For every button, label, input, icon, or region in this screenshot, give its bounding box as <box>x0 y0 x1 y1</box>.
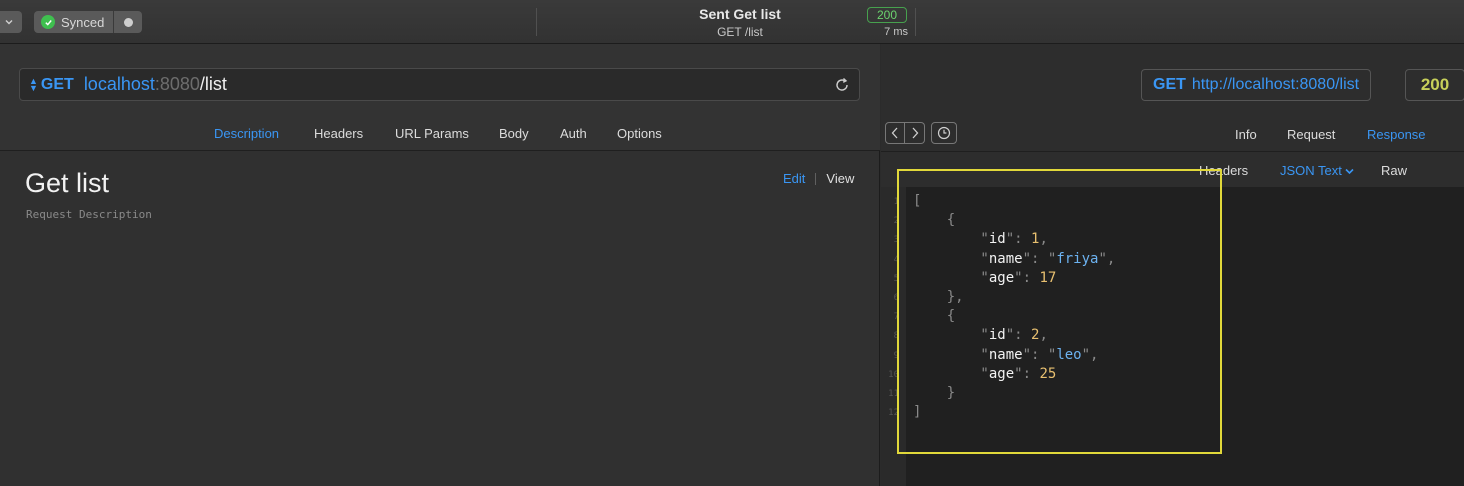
sync-control: Synced <box>34 11 143 33</box>
line-number: 3 <box>893 235 899 246</box>
code-line: "name": "leo", <box>913 346 1099 363</box>
subtab-raw[interactable]: Raw <box>1381 163 1407 178</box>
line-number: 11 <box>888 389 899 399</box>
url-path: /list <box>199 74 227 94</box>
divider <box>815 172 817 185</box>
elapsed-time: 7 ms <box>884 26 908 38</box>
divider <box>881 151 1464 152</box>
code-line: "age": 17 <box>913 269 1057 286</box>
response-request-summary[interactable]: GET http://localhost:8080/list <box>1141 69 1372 101</box>
tab-headers[interactable]: Headers <box>314 126 363 141</box>
tab-description[interactable]: Description <box>214 126 279 141</box>
response-status-code[interactable]: 200 <box>1405 69 1464 101</box>
code-line: "id": 1, <box>913 231 1048 248</box>
sync-label: Synced <box>61 14 105 30</box>
title-bar: Synced Sent Get list GET /list 200 7 ms <box>0 0 1464 44</box>
code-line: }, <box>913 289 964 305</box>
clock-icon <box>937 126 951 140</box>
view-button[interactable]: View <box>826 171 854 186</box>
code-line: "name": "friya", <box>913 250 1116 267</box>
line-number: 7 <box>893 312 899 323</box>
response-method: GET <box>1153 76 1186 93</box>
response-url: http://localhost:8080/list <box>1191 76 1360 93</box>
status-code-badge: 200 <box>867 7 907 23</box>
tab-auth[interactable]: Auth <box>560 126 587 141</box>
response-pane: GET http://localhost:8080/list 200 Info … <box>881 44 1464 486</box>
tab-url-params[interactable]: URL Params <box>395 126 469 141</box>
url-input[interactable]: localhost:8080/list <box>84 74 227 95</box>
activity-title: Sent Get list <box>699 6 781 22</box>
method-select[interactable]: ▲ ▼ GET <box>29 76 74 94</box>
line-number: 4 <box>893 254 899 265</box>
edit-view-toggle: Edit View <box>783 171 854 186</box>
code-line: ] <box>913 404 922 421</box>
tab-request[interactable]: Request <box>1287 127 1335 142</box>
url-bar: ▲ ▼ GET localhost:8080/list <box>19 68 860 101</box>
url-port: :8080 <box>154 74 200 94</box>
code-line: { <box>913 212 956 229</box>
tab-info[interactable]: Info <box>1235 127 1257 142</box>
line-number: 1 <box>893 197 899 207</box>
code-line: [ <box>913 193 922 209</box>
sidebar-toggle-button[interactable] <box>0 11 22 33</box>
request-title[interactable]: Get list <box>25 168 109 199</box>
line-number: 9 <box>893 350 899 361</box>
status-dot-icon <box>123 17 133 27</box>
history-nav <box>885 122 957 144</box>
line-number: 12 <box>888 408 899 419</box>
url-host: localhost <box>83 74 155 94</box>
tab-options[interactable]: Options <box>617 126 662 141</box>
up-down-arrows-icon: ▲ ▼ <box>29 75 38 93</box>
subtab-headers[interactable]: Headers <box>1199 163 1248 178</box>
sync-button[interactable]: Synced <box>34 11 115 33</box>
tab-response[interactable]: Response <box>1367 127 1426 142</box>
subtab-json-text[interactable]: JSON Text <box>1280 163 1354 178</box>
request-pane: ▲ ▼ GET localhost:8080/list Description H… <box>0 44 880 486</box>
tab-body[interactable]: Body <box>499 126 529 141</box>
history-button[interactable] <box>931 122 957 144</box>
code-line: "id": 2, <box>913 327 1048 344</box>
divider <box>536 8 537 36</box>
line-number: 5 <box>893 273 899 284</box>
line-number: 8 <box>893 331 899 342</box>
code-line: } <box>913 385 956 401</box>
line-number: 6 <box>893 293 899 303</box>
reload-icon[interactable] <box>833 76 851 94</box>
edit-button[interactable]: Edit <box>783 171 805 186</box>
description-input[interactable]: Request Description <box>26 208 152 221</box>
divider <box>915 8 916 36</box>
chevron-down-icon <box>1345 168 1354 175</box>
back-button[interactable] <box>885 122 905 144</box>
code-line: "age": 25 <box>913 365 1057 382</box>
forward-button[interactable] <box>905 122 925 144</box>
method-label: GET <box>40 75 74 93</box>
check-circle-icon <box>41 15 55 29</box>
request-header: ▲ ▼ GET localhost:8080/list Description H… <box>0 44 880 151</box>
chevron-left-icon <box>891 127 898 139</box>
activity-subtitle: GET /list <box>717 25 763 39</box>
chevron-right-icon <box>912 127 918 139</box>
sync-status-button[interactable] <box>114 11 142 33</box>
line-number: 10 <box>888 369 899 380</box>
code-line: { <box>913 308 956 325</box>
line-number: 2 <box>893 216 899 227</box>
chevron-down-icon <box>5 20 13 25</box>
